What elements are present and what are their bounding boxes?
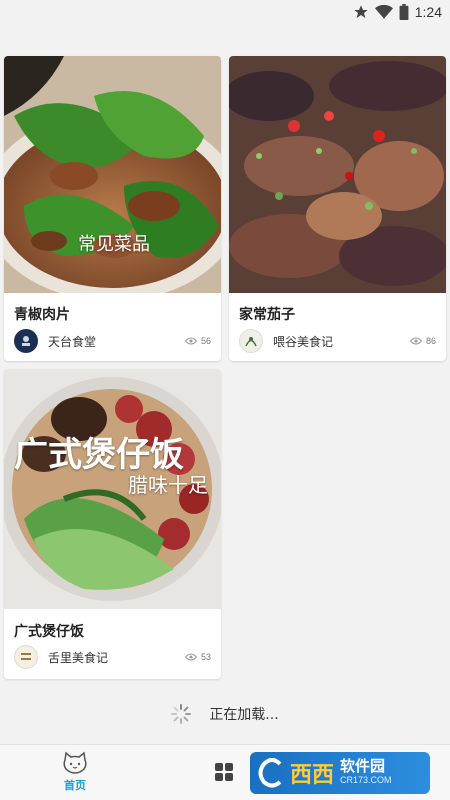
- watermark-logo-text: 西西: [290, 763, 335, 788]
- watermark-main-text: 软件园: [340, 757, 386, 775]
- view-count: 86: [409, 336, 436, 346]
- author-name[interactable]: 天台食堂: [48, 333, 185, 350]
- spinner-icon: [171, 704, 192, 724]
- tab-category[interactable]: [214, 762, 234, 786]
- recipe-card[interactable]: 常见菜品 青椒肉片 天台食堂 56: [4, 56, 221, 361]
- eye-icon: [409, 337, 422, 345]
- cat-home-icon: [63, 751, 87, 774]
- eye-icon: [184, 653, 197, 661]
- recipe-image: 广式煲仔饭 腊味十足: [4, 369, 221, 609]
- status-time: 1:24: [414, 4, 442, 20]
- author-name[interactable]: 喂谷美食记: [273, 333, 410, 350]
- recipe-title: 家常茄子: [239, 307, 295, 323]
- author-avatar[interactable]: [14, 329, 38, 353]
- loading-text: 正在加载...: [209, 707, 279, 723]
- recipe-image: [229, 56, 446, 293]
- view-count-value: 56: [200, 336, 211, 346]
- recipe-card[interactable]: 广式煲仔饭 腊味十足 广式煲仔饭 舌里美食记 53: [4, 369, 221, 679]
- view-count: 53: [184, 652, 211, 662]
- tab-home[interactable]: 首页: [50, 751, 100, 797]
- status-bar: 1:24: [0, 0, 450, 24]
- grid-icon: [215, 763, 233, 781]
- author-name[interactable]: 舌里美食记: [48, 649, 185, 666]
- loading-indicator: 正在加载...: [0, 700, 450, 728]
- image-caption: 常见菜品: [78, 234, 150, 255]
- battery-icon: [399, 4, 409, 20]
- image-subcaption: 腊味十足: [128, 473, 208, 497]
- eye-icon: [184, 337, 197, 345]
- recipe-title: 广式煲仔饭: [14, 624, 84, 640]
- watermark-c-icon: [258, 758, 282, 788]
- recipe-card[interactable]: 家常茄子 喂谷美食记 86: [229, 56, 446, 361]
- tab-home-label: 首页: [64, 779, 86, 792]
- watermark-logo: 西西 软件园 CR173.COM: [250, 752, 430, 794]
- recipe-title: 青椒肉片: [14, 307, 70, 323]
- star-icon: [354, 5, 368, 18]
- view-count-value: 86: [425, 336, 436, 346]
- author-avatar[interactable]: [239, 329, 263, 353]
- wifi-icon: [374, 4, 393, 19]
- author-avatar[interactable]: [14, 645, 38, 669]
- view-count: 56: [184, 336, 211, 346]
- watermark-sub-text: CR173.COM: [340, 775, 392, 785]
- recipe-image: 常见菜品: [4, 56, 221, 293]
- view-count-value: 53: [200, 652, 211, 662]
